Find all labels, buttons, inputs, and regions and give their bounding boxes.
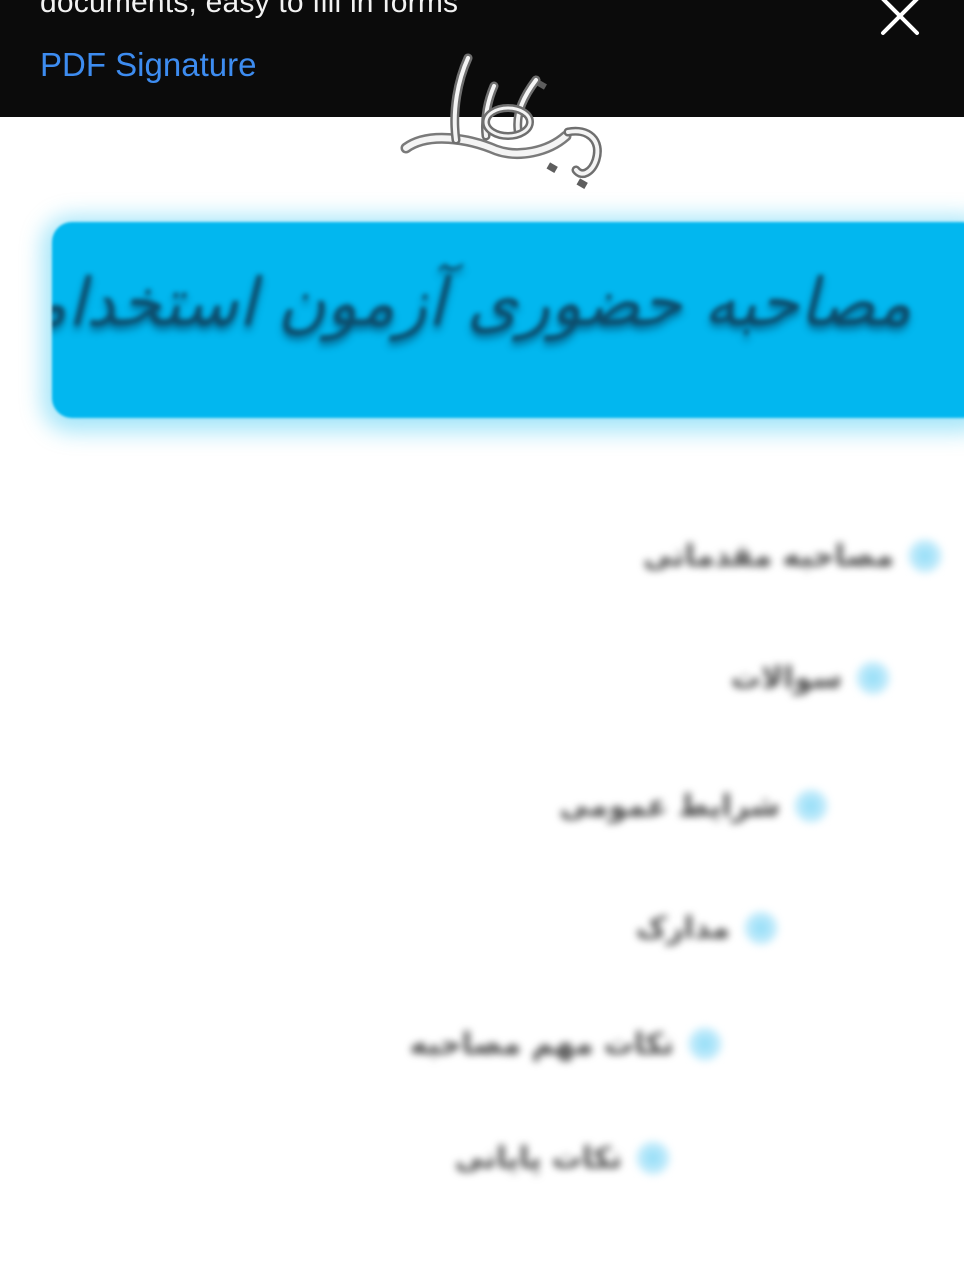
bullet-icon [744, 911, 778, 945]
list-item[interactable]: مدارک [636, 898, 778, 958]
screen: documents, easy to fill in forms PDF Sig… [0, 0, 964, 1280]
list-item-label: نکات مهم مصاحبه [409, 1026, 674, 1062]
list-item[interactable]: نکات پایانی [455, 1128, 670, 1188]
list-item-label: نکات پایانی [454, 1140, 622, 1176]
bullet-icon [794, 789, 828, 823]
bullet-icon [856, 661, 890, 695]
list-item[interactable]: مصاحبه مقدماتی [643, 526, 942, 586]
list-item[interactable]: نکات مهم مصاحبه [410, 1014, 722, 1074]
bullet-icon [908, 539, 942, 573]
list-item-label: مصاحبه مقدماتی [643, 538, 894, 574]
list-item[interactable]: شرایط عمومی [559, 776, 828, 836]
bullet-icon [688, 1027, 722, 1061]
list-item-label: سوالات [730, 660, 842, 696]
bullet-icon [636, 1141, 670, 1175]
menu-list: مصاحبه مقدماتی سوالات شرایط عمومی مدارک … [0, 0, 964, 1280]
list-item[interactable]: سوالات [731, 648, 890, 708]
list-item-label: شرایط عمومی [559, 788, 780, 824]
list-item-label: مدارک [635, 910, 730, 946]
